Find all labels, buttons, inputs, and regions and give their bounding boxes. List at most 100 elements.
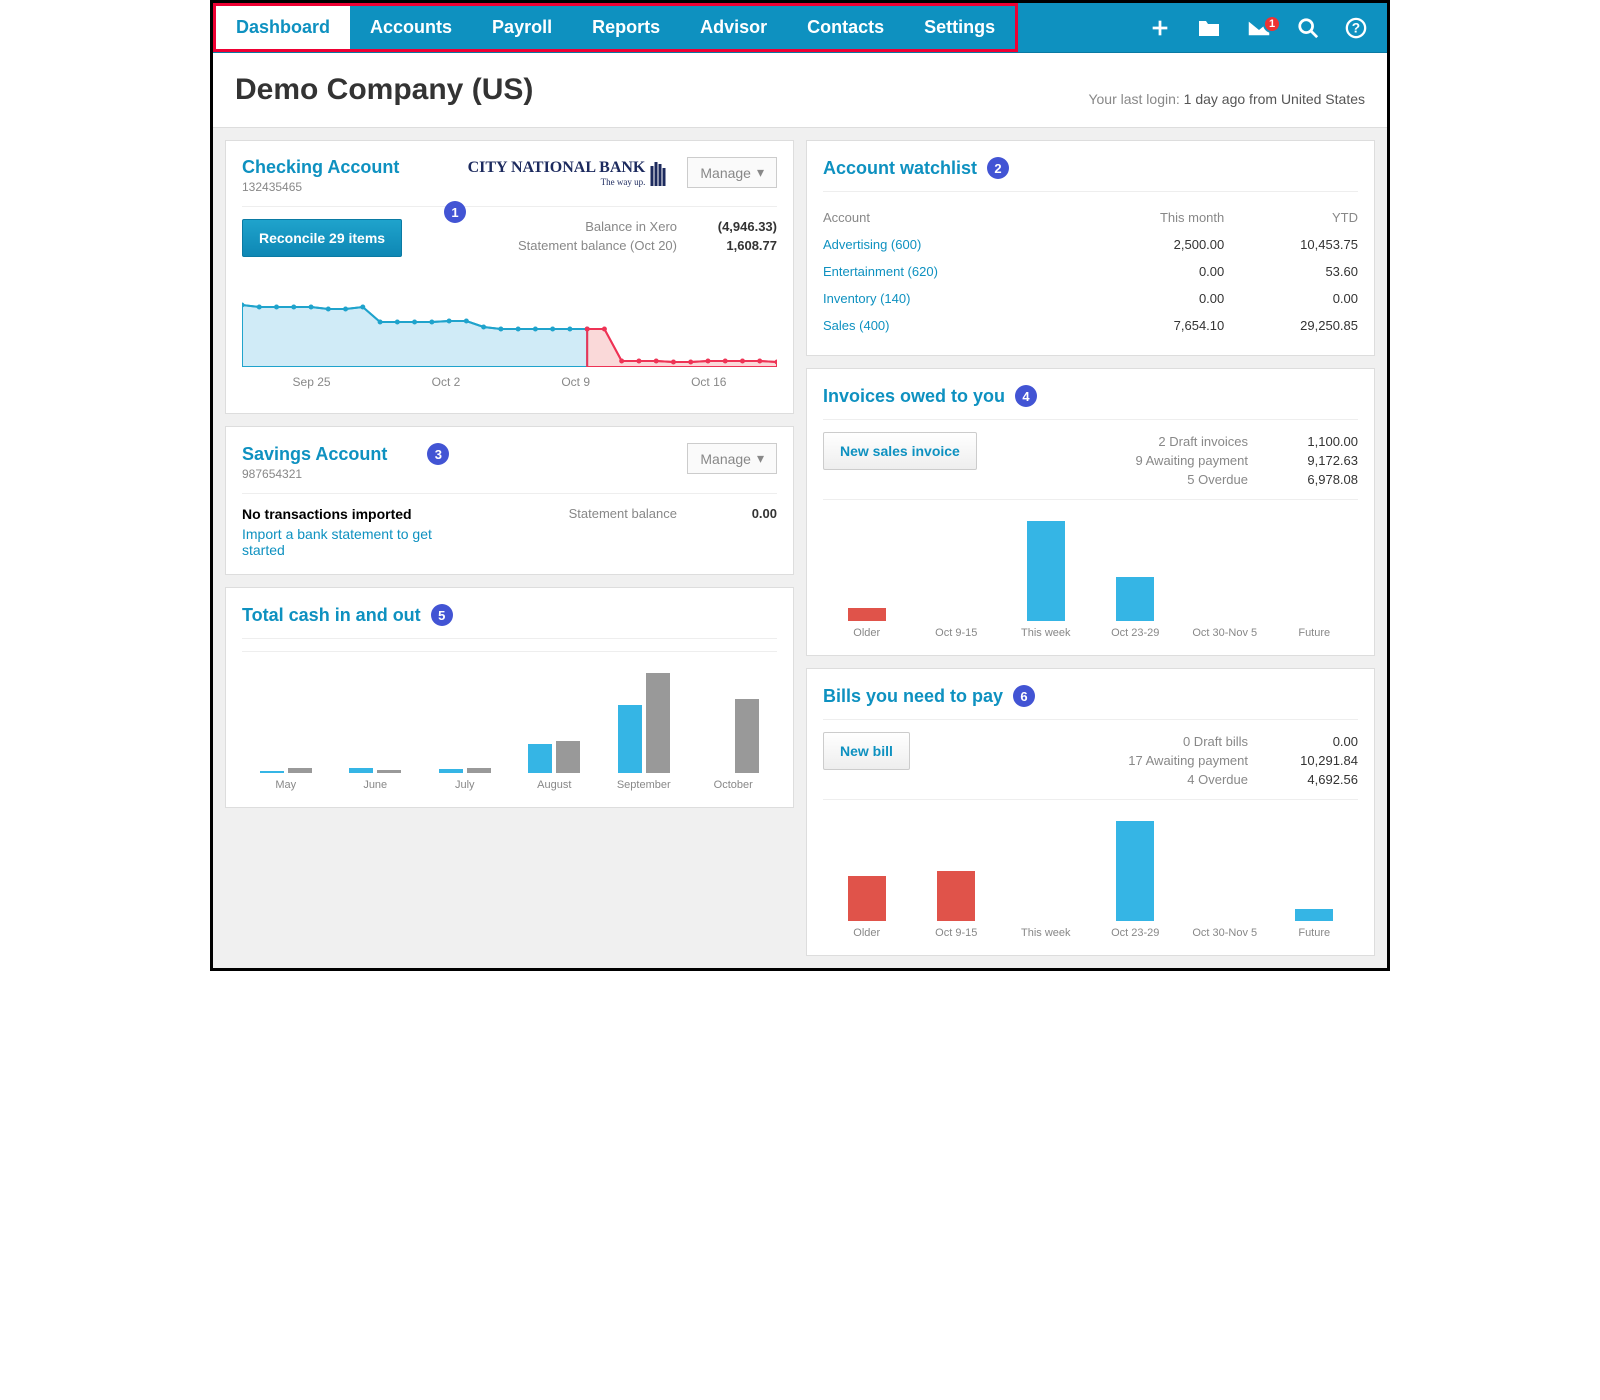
- checking-chart: Sep 25Oct 2Oct 9Oct 16: [242, 267, 777, 397]
- reconcile-button[interactable]: Reconcile 29 items: [242, 219, 402, 257]
- help-icon[interactable]: ?: [1345, 17, 1367, 39]
- chevron-down-icon: ▾: [757, 450, 764, 467]
- invoices-chart: Older Oct 9-15 This week Oct 23-29 Oct 30-No…: [823, 499, 1358, 639]
- bar-label: Oct 30-Nov 5: [1192, 627, 1257, 639]
- add-icon[interactable]: [1149, 17, 1171, 39]
- savings-manage-button[interactable]: Manage ▾: [687, 443, 777, 474]
- watch-ytd: 29,250.85: [1224, 318, 1358, 333]
- bills-chart: OlderOct 9-15This weekOct 23-29Oct 30-No…: [823, 799, 1358, 939]
- invoices-panel: Invoices owed to you 4 New sales invoice…: [806, 368, 1375, 656]
- savings-number: 987654321: [242, 467, 449, 481]
- import-statement-link[interactable]: Import a bank statement to get started: [242, 526, 442, 558]
- files-icon[interactable]: [1197, 18, 1221, 38]
- bar-out: [288, 768, 312, 773]
- watch-month: 0.00: [1091, 264, 1225, 279]
- summary-amount: 9,172.63: [1278, 453, 1358, 468]
- watch-h-ytd: YTD: [1224, 210, 1358, 225]
- nav-tabs-highlight: Dashboard Accounts Payroll Reports Advis…: [213, 3, 1018, 52]
- new-bill-button[interactable]: New bill: [823, 732, 910, 770]
- savings-title[interactable]: Savings Account: [242, 444, 387, 465]
- bar-in: [260, 771, 284, 773]
- summary-amount: 4,692.56: [1278, 772, 1358, 787]
- bar-label: Older: [853, 927, 880, 939]
- search-icon[interactable]: [1297, 17, 1319, 39]
- bar-in: [439, 769, 463, 773]
- bar: [937, 871, 975, 921]
- summary-label: 4 Overdue: [1187, 772, 1248, 787]
- bar: [1116, 821, 1154, 921]
- summary-amount: 10,291.84: [1278, 753, 1358, 768]
- top-actions: 1 ?: [1149, 3, 1387, 52]
- summary-label: 5 Overdue: [1187, 472, 1248, 487]
- bar-in: [618, 705, 642, 773]
- tab-contacts[interactable]: Contacts: [787, 6, 904, 49]
- bar: [848, 608, 886, 621]
- watch-account-link[interactable]: Inventory (140): [823, 291, 1091, 306]
- watch-account-link[interactable]: Sales (400): [823, 318, 1091, 333]
- watch-account-link[interactable]: Advertising (600): [823, 237, 1091, 252]
- bar-label: Oct 23-29: [1111, 627, 1159, 639]
- bar-out: [377, 770, 401, 773]
- watch-row: Advertising (600)2,500.0010,453.75: [823, 231, 1358, 258]
- bal-xero-val: (4,946.33): [697, 219, 777, 234]
- tab-settings[interactable]: Settings: [904, 6, 1015, 49]
- cash-panel: Total cash in and out 5 MayJuneJulyAugus…: [225, 587, 794, 808]
- company-name: Demo Company (US): [235, 73, 533, 107]
- watch-h-month: This month: [1091, 210, 1225, 225]
- checking-number: 132435465: [242, 180, 399, 194]
- bar-label: This week: [1021, 627, 1071, 639]
- tab-accounts[interactable]: Accounts: [350, 6, 472, 49]
- bar-out: [735, 699, 759, 773]
- watch-month: 2,500.00: [1091, 237, 1225, 252]
- checking-panel: Checking Account 132435465 CITY NATIONAL…: [225, 140, 794, 414]
- watch-row: Inventory (140)0.000.00: [823, 285, 1358, 312]
- bar-label: June: [363, 779, 387, 791]
- x-tick: Oct 9: [561, 375, 590, 389]
- cash-chart: MayJuneJulyAugustSeptemberOctober: [242, 651, 777, 791]
- watch-month: 7,654.10: [1091, 318, 1225, 333]
- bar-label: August: [537, 779, 571, 791]
- stmt-bal-val: 1,608.77: [697, 238, 777, 253]
- bal-xero-label: Balance in Xero: [585, 219, 677, 234]
- bar: [1295, 909, 1333, 921]
- savings-stmt-val: 0.00: [697, 506, 777, 521]
- checking-title[interactable]: Checking Account: [242, 157, 399, 178]
- bar: [1116, 577, 1154, 621]
- bills-title: Bills you need to pay: [823, 686, 1003, 707]
- step-badge-5: 5: [431, 604, 453, 626]
- bar-label: This week: [1021, 927, 1071, 939]
- watch-h-account: Account: [823, 210, 1091, 225]
- summary-amount: 6,978.08: [1278, 472, 1358, 487]
- stmt-bal-label: Statement balance (Oct 20): [518, 238, 677, 253]
- x-tick: Oct 16: [691, 375, 726, 389]
- bar-label: July: [455, 779, 475, 791]
- tab-reports[interactable]: Reports: [572, 6, 680, 49]
- step-badge-6: 6: [1013, 685, 1035, 707]
- savings-stmt-label: Statement balance: [569, 506, 677, 521]
- bar: [1027, 521, 1065, 621]
- new-sales-invoice-button[interactable]: New sales invoice: [823, 432, 977, 470]
- bar-label: Oct 23-29: [1111, 927, 1159, 939]
- summary-label: 0 Draft bills: [1183, 734, 1248, 749]
- checking-manage-button[interactable]: Manage ▾: [687, 157, 777, 188]
- watchlist-panel: Account watchlist 2 Account This month Y…: [806, 140, 1375, 356]
- no-transactions-text: No transactions imported: [242, 506, 442, 522]
- bar-out: [467, 768, 491, 773]
- svg-text:?: ?: [1352, 20, 1360, 35]
- bar-in: [349, 768, 373, 773]
- watch-account-link[interactable]: Entertainment (620): [823, 264, 1091, 279]
- tab-advisor[interactable]: Advisor: [680, 6, 787, 49]
- summary-label: 17 Awaiting payment: [1128, 753, 1248, 768]
- bar-label: Oct 9-15: [935, 627, 977, 639]
- summary-amount: 0.00: [1278, 734, 1358, 749]
- bar-label: Older: [853, 627, 880, 639]
- bar-label: Oct 30-Nov 5: [1192, 927, 1257, 939]
- bar-in: [528, 744, 552, 773]
- tab-payroll[interactable]: Payroll: [472, 6, 572, 49]
- messages-icon[interactable]: 1: [1247, 19, 1271, 37]
- messages-badge: 1: [1263, 15, 1281, 33]
- bar-label: September: [617, 779, 671, 791]
- bar-label: May: [275, 779, 296, 791]
- tab-dashboard[interactable]: Dashboard: [216, 6, 350, 49]
- bar-out: [556, 741, 580, 773]
